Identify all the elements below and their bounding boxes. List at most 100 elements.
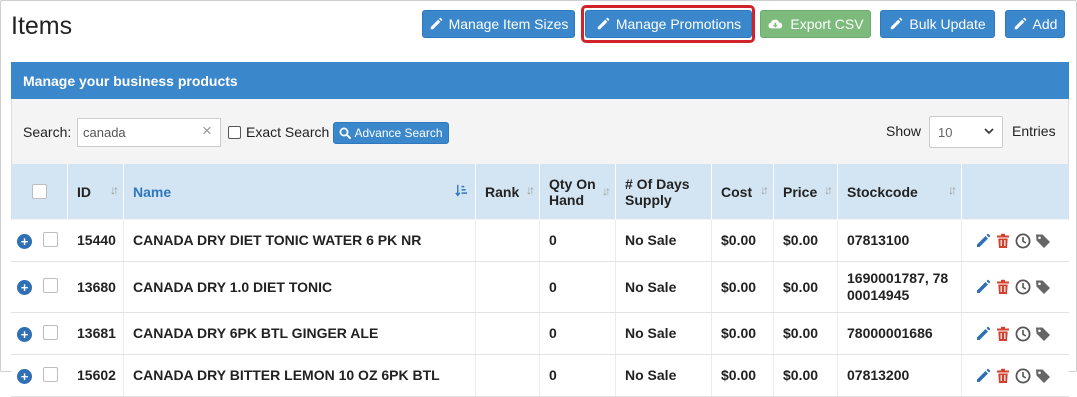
edit-icon[interactable]: [975, 279, 991, 295]
panel-header: Manage your business products: [11, 62, 1069, 99]
bulk-update-button[interactable]: Bulk Update: [880, 10, 995, 38]
row-checkbox[interactable]: [43, 325, 58, 340]
cell-price: $0.00: [774, 262, 838, 312]
column-header-name[interactable]: Name: [124, 164, 476, 219]
page-title: Items: [11, 12, 73, 40]
search-icon: [339, 127, 352, 139]
clock-icon[interactable]: [1015, 368, 1031, 384]
cell-price: $0.00: [774, 313, 838, 354]
row-actions: [975, 326, 1051, 342]
clock-icon[interactable]: [1015, 279, 1031, 295]
expand-row-icon[interactable]: +: [17, 369, 32, 384]
sort-icon: ↓↑: [948, 183, 957, 197]
trash-icon[interactable]: [995, 368, 1011, 384]
cell-qty: 0: [540, 355, 616, 396]
sort-icon: ↓↑: [760, 183, 769, 197]
cell-qty: 0: [540, 313, 616, 354]
cell-price: $0.00: [774, 355, 838, 396]
page-size-value: 10: [938, 124, 953, 140]
cell-name: CANADA DRY BITTER LEMON 10 OZ 6PK BTL: [124, 355, 476, 396]
cell-cost: $0.00: [712, 262, 774, 312]
row-checkbox[interactable]: [43, 232, 58, 247]
cloud-download-icon: [768, 19, 783, 29]
cell-id: 15602: [68, 355, 124, 396]
advance-search-label: Advance Search: [354, 126, 443, 140]
trash-icon[interactable]: [995, 279, 1011, 295]
tag-icon[interactable]: [1035, 279, 1051, 295]
entries-label: Entries: [1012, 123, 1056, 139]
column-header-days-supply[interactable]: # Of Days Supply: [616, 164, 712, 219]
cell-rank: [476, 313, 540, 354]
expand-row-icon[interactable]: +: [17, 280, 32, 295]
row-checkbox[interactable]: [43, 367, 58, 382]
show-label: Show: [886, 123, 922, 139]
cell-stockcode: 07813200: [838, 355, 962, 396]
manage-item-sizes-label: Manage Item Sizes: [448, 16, 569, 32]
clear-search-icon[interactable]: ×: [202, 121, 212, 141]
cell-days-supply: No Sale: [616, 262, 712, 312]
trash-icon[interactable]: [995, 233, 1011, 249]
cell-name: CANADA DRY 1.0 DIET TONIC: [124, 262, 476, 312]
add-button[interactable]: Add: [1005, 10, 1065, 38]
advance-search-button[interactable]: Advance Search: [333, 122, 449, 144]
focus-highlight: [581, 5, 755, 43]
sort-icon: ↓↑: [110, 183, 119, 197]
edit-icon[interactable]: [975, 233, 991, 249]
row-actions: [975, 368, 1051, 384]
edit-icon[interactable]: [975, 326, 991, 342]
exact-search-checkbox[interactable]: [228, 126, 241, 139]
column-header-stockcode[interactable]: Stockcode ↓↑: [838, 164, 962, 219]
edit-icon[interactable]: [975, 368, 991, 384]
pencil-icon: [1014, 17, 1026, 30]
sort-ascending-icon: [455, 184, 468, 197]
manage-item-sizes-button[interactable]: Manage Item Sizes: [422, 10, 575, 38]
cell-rank: [476, 262, 540, 312]
column-header-id[interactable]: ID ↓↑: [68, 164, 124, 219]
pencil-icon: [430, 17, 442, 30]
cell-id: 13680: [68, 262, 124, 312]
exact-search-label: Exact Search: [246, 124, 330, 140]
add-label: Add: [1032, 16, 1058, 32]
table-row: + 13680 CANADA DRY 1.0 DIET TONIC 0 No S…: [11, 262, 1069, 313]
clock-icon[interactable]: [1015, 233, 1031, 249]
actions-header: [962, 164, 1069, 219]
export-csv-button[interactable]: Export CSV: [760, 10, 871, 38]
tag-icon[interactable]: [1035, 233, 1051, 249]
column-header-rank[interactable]: Rank ↓↑: [476, 164, 540, 219]
cell-stockcode: 1690001787, 7800014945: [838, 262, 962, 312]
cell-stockcode: 07813100: [838, 220, 962, 261]
tag-icon[interactable]: [1035, 326, 1051, 342]
cell-cost: $0.00: [712, 220, 774, 261]
select-all-checkbox[interactable]: [32, 184, 47, 199]
bulk-update-label: Bulk Update: [909, 16, 986, 32]
expand-row-icon[interactable]: +: [17, 327, 32, 342]
cell-days-supply: No Sale: [616, 313, 712, 354]
cell-qty: 0: [540, 262, 616, 312]
expand-row-icon[interactable]: +: [17, 234, 32, 249]
table-row: + 15440 CANADA DRY DIET TONIC WATER 6 PK…: [11, 220, 1069, 262]
column-header-cost[interactable]: Cost ↓↑: [712, 164, 774, 219]
row-checkbox[interactable]: [43, 278, 58, 293]
column-header-price[interactable]: Price ↓↑: [774, 164, 838, 219]
cell-id: 13681: [68, 313, 124, 354]
search-label: Search:: [23, 124, 72, 140]
column-header-qty[interactable]: Qty On Hand ↓↑: [540, 164, 616, 219]
cell-qty: 0: [540, 220, 616, 261]
cell-name: CANADA DRY DIET TONIC WATER 6 PK NR: [124, 220, 476, 261]
search-input[interactable]: [77, 118, 221, 147]
cell-cost: $0.00: [712, 313, 774, 354]
cell-id: 15440: [68, 220, 124, 261]
row-actions: [975, 233, 1051, 249]
tag-icon[interactable]: [1035, 368, 1051, 384]
page-size-select[interactable]: 10: [929, 116, 1003, 148]
cell-rank: [476, 220, 540, 261]
table-row: + 15602 CANADA DRY BITTER LEMON 10 OZ 6P…: [11, 355, 1069, 397]
clock-icon[interactable]: [1015, 326, 1031, 342]
panel-title: Manage your business products: [23, 72, 238, 89]
trash-icon[interactable]: [995, 326, 1011, 342]
cell-days-supply: No Sale: [616, 355, 712, 396]
cell-days-supply: No Sale: [616, 220, 712, 261]
table-row: + 13681 CANADA DRY 6PK BTL GINGER ALE 0 …: [11, 313, 1069, 355]
cell-stockcode: 78000001686: [838, 313, 962, 354]
cell-price: $0.00: [774, 220, 838, 261]
